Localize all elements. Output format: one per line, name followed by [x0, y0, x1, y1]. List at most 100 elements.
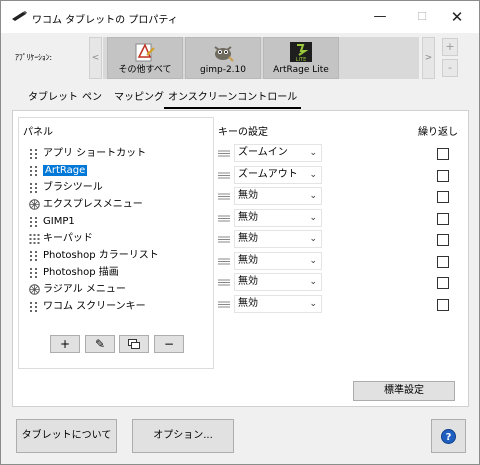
close-button[interactable]: ✕ [435, 1, 479, 33]
app-scroll-left-button[interactable]: < [89, 37, 102, 79]
all-apps-icon [135, 43, 155, 62]
panel-item[interactable]: ブラシツール [29, 180, 103, 195]
application-strip: その他すべて gimp-2.10 LITE ArtRage Lite [103, 37, 419, 79]
row-handle-icon [218, 279, 230, 286]
key-setting-select[interactable]: 無効 ⌄ [234, 187, 322, 205]
key-setting-value: 無効 [238, 276, 258, 287]
repeat-checkbox[interactable] [437, 191, 449, 203]
help-icon: ? [441, 429, 456, 444]
panel-item-label: ワコム スクリーンキー [43, 301, 146, 312]
row-handle-icon [218, 215, 230, 222]
remove-panel-button[interactable]: − [154, 335, 184, 353]
key-setting-select[interactable]: 無効 ⌄ [234, 273, 322, 291]
tablet-pen-icon [12, 11, 27, 21]
properties-window: ワコム タブレットの プロパティ — ☐ ✕ ｱﾌﾟﾘｹｰｼｮﾝ: < その他す… [0, 0, 480, 465]
artrage-lite-icon: LITE [290, 42, 312, 63]
drag-grip-icon [30, 251, 37, 261]
window-title: ワコム タブレットの プロパティ [32, 15, 178, 26]
drag-grip-icon [30, 183, 37, 193]
panel-item[interactable]: エクスプレスメニュー [29, 197, 143, 212]
drag-grip-icon [30, 302, 37, 312]
panel-item-label: ブラシツール [43, 182, 103, 193]
repeat-checkbox[interactable] [437, 213, 449, 225]
tab-mapping[interactable]: マッピング [110, 89, 168, 109]
key-setting-value: ズームイン [238, 147, 288, 158]
chevron-down-icon: ⌄ [309, 277, 317, 287]
row-handle-icon [218, 172, 230, 179]
panel-item[interactable]: ラジアル メニュー [29, 282, 126, 297]
about-tablet-button[interactable]: タブレットについて [16, 419, 117, 453]
key-setting-select[interactable]: 無効 ⌄ [234, 230, 322, 248]
panel-item[interactable]: Photoshop カラーリスト [29, 248, 159, 263]
app-tile-gimp[interactable]: gimp-2.10 [185, 37, 261, 79]
key-setting-value: 無効 [238, 255, 258, 266]
key-setting-select[interactable]: 無効 ⌄ [234, 295, 322, 313]
tab-onscreen-controls[interactable]: オンスクリーンコントロール [164, 89, 302, 109]
repeat-checkbox[interactable] [437, 148, 449, 160]
chevron-down-icon: ⌄ [309, 256, 317, 266]
panel-item-label: ArtRage [43, 165, 88, 176]
chevron-down-icon: ⌄ [309, 170, 317, 180]
panel-item-label: キーパッド [43, 233, 93, 244]
panel-header: パネル [23, 127, 53, 138]
minimize-button[interactable]: — [358, 1, 402, 33]
key-setting-value: 無効 [238, 298, 258, 309]
title-bar: ワコム タブレットの プロパティ — ☐ ✕ [1, 1, 479, 33]
panel-item[interactable]: Photoshop 描画 [29, 265, 119, 280]
panel-item[interactable]: キーパッド [29, 231, 93, 246]
duplicate-panel-button[interactable] [119, 335, 149, 353]
panel-item-label: ラジアル メニュー [43, 284, 126, 295]
duplicate-icon [128, 339, 140, 349]
row-handle-icon [218, 301, 230, 308]
key-setting-value: 無効 [238, 212, 258, 223]
remove-application-button[interactable]: - [442, 59, 458, 77]
key-setting-value: 無効 [238, 190, 258, 201]
tab-tablet[interactable]: タブレット [24, 89, 82, 109]
add-application-button[interactable]: + [442, 38, 458, 56]
row-handle-icon [218, 150, 230, 157]
chevron-down-icon: ⌄ [309, 299, 317, 309]
reset-defaults-button[interactable]: 標準設定 [353, 381, 455, 401]
keypad-grid-icon [29, 234, 40, 244]
application-label: ｱﾌﾟﾘｹｰｼｮﾝ: [15, 53, 52, 62]
key-setting-select[interactable]: 無効 ⌄ [234, 209, 322, 227]
row-handle-icon [218, 193, 230, 200]
chevron-down-icon: ⌄ [309, 234, 317, 244]
app-scroll-right-button[interactable]: > [422, 37, 435, 79]
add-panel-button[interactable]: + [50, 335, 80, 353]
tab-pen[interactable]: ペン [78, 89, 106, 109]
gimp-icon [214, 46, 234, 62]
app-tile-all-others[interactable]: その他すべて [107, 37, 183, 79]
app-tile-artrage-lite[interactable]: LITE ArtRage Lite [263, 37, 339, 79]
repeat-checkbox[interactable] [437, 299, 449, 311]
panel-item[interactable]: ArtRage [29, 163, 88, 178]
key-setting-value: ズームアウト [238, 169, 298, 180]
repeat-checkbox[interactable] [437, 277, 449, 289]
repeat-checkbox[interactable] [437, 170, 449, 182]
help-button[interactable]: ? [431, 419, 466, 453]
chevron-down-icon: ⌄ [309, 191, 317, 201]
panel-item[interactable]: ワコム スクリーンキー [29, 299, 146, 314]
chevron-down-icon: ⌄ [309, 148, 317, 158]
edit-panel-button[interactable]: ✎ [85, 335, 115, 353]
radial-menu-icon [29, 199, 40, 210]
key-setting-value: 無効 [238, 233, 258, 244]
key-setting-select[interactable]: 無効 ⌄ [234, 252, 322, 270]
panel-item[interactable]: GIMP1 [29, 214, 75, 229]
drag-grip-icon [30, 166, 37, 176]
panel-item-label: アプリ ショートカット [43, 148, 147, 159]
panel-item-label: Photoshop カラーリスト [43, 250, 159, 261]
row-handle-icon [218, 236, 230, 243]
options-button[interactable]: オプション... [132, 419, 234, 453]
chevron-down-icon: ⌄ [309, 213, 317, 223]
svg-text:LITE: LITE [296, 57, 306, 63]
panel-item[interactable]: アプリ ショートカット [29, 146, 146, 161]
repeat-checkbox[interactable] [437, 234, 449, 246]
app-name: その他すべて [118, 65, 172, 75]
drag-grip-icon [30, 149, 37, 159]
row-handle-icon [218, 258, 230, 265]
key-setting-select[interactable]: ズームイン ⌄ [234, 144, 322, 162]
repeat-checkbox[interactable] [437, 256, 449, 268]
key-setting-select[interactable]: ズームアウト ⌄ [234, 166, 322, 184]
repeat-header: 繰り返し [418, 127, 458, 138]
